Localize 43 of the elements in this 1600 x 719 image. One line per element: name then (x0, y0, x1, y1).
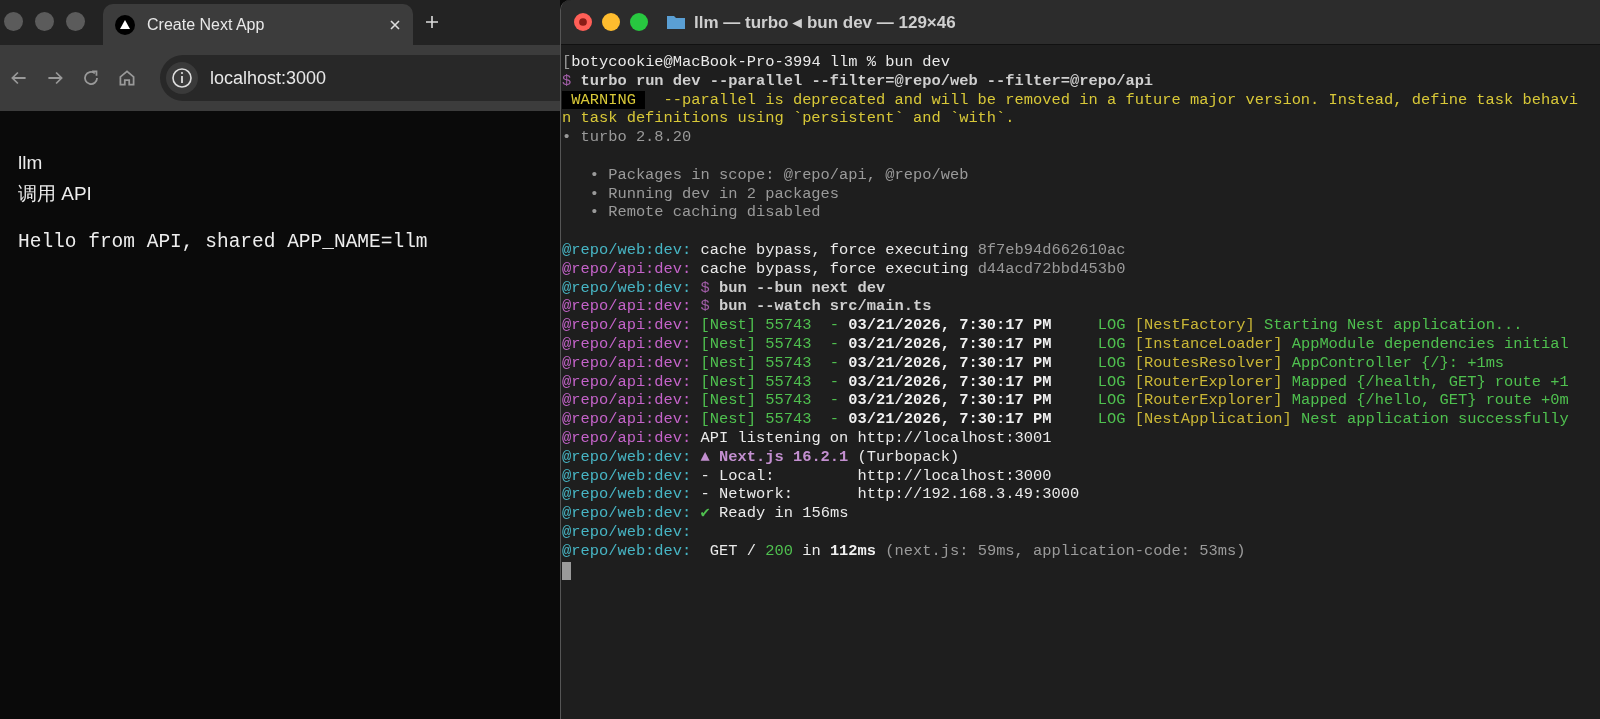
terminal-line: • turbo 2.8.20 (562, 128, 692, 147)
terminal-line: @repo/api:dev: [Nest] 55743 - 03/21/2026, 7:30:17 PM LOG [NestApplication] Nest application successfully (562, 410, 1569, 429)
new-tab-icon[interactable] (425, 15, 439, 29)
page-text: 调用 API (18, 182, 93, 206)
terminal-line: @repo/api:dev: cache bypass, force executing d44acd72bbd453b0 (562, 259, 1126, 279)
close-icon[interactable] (389, 18, 401, 31)
terminal-line: • Remote caching disabled (588, 203, 821, 223)
zoom-icon[interactable] (630, 13, 648, 31)
terminal-line: @repo/api:dev: API listening on http://localhost:3001 (562, 428, 1052, 448)
terminal-line: @repo/web:dev: (562, 522, 692, 542)
address-bar[interactable]: localhost:3000 (160, 55, 560, 101)
terminal-line: n task definitions using `persistent` and `with`. (562, 109, 1015, 129)
terminal-line: @repo/web:dev: GET / 200 in 112ms (next.js: 59ms, application-code: 53ms) (562, 541, 1246, 561)
api-message: Hello from API, shared APP_NAME=llm (18, 231, 429, 253)
page-text: llm (18, 151, 44, 175)
window-control-icon[interactable] (35, 12, 54, 31)
terminal-line: @repo/web:dev: ✔ Ready in 156ms (562, 504, 849, 523)
window-control-icon[interactable] (66, 12, 85, 31)
terminal-line: @repo/web:dev: $ bun --bun next dev (562, 278, 886, 298)
terminal-line: @repo/web:dev: - Network: http://192.168.3.49:3000 (562, 485, 1080, 505)
terminal-line: @repo/api:dev: [Nest] 55743 - 03/21/2026, 7:30:17 PM LOG [RoutesResolver] AppController {/}: +1ms (562, 353, 1505, 373)
terminal-line: @repo/web:dev: ▲ Next.js 16.2.1 (Turbopack) (562, 447, 960, 467)
close-icon[interactable] (574, 13, 592, 31)
terminal-line: @repo/api:dev: $ bun --watch src/main.ts (562, 297, 932, 317)
terminal-line: @repo/api:dev: [Nest] 55743 - 03/21/2026, 7:30:17 PM LOG [NestFactory] Starting Nest application... (562, 316, 1523, 335)
terminal-line: @repo/api:dev: [Nest] 55743 - 03/21/2026, 7:30:17 PM LOG [InstanceLoader] AppModule dependencies initial (562, 334, 1569, 354)
window-control-icon[interactable] (4, 12, 23, 31)
terminal-line: @repo/api:dev: [Nest] 55743 - 03/21/2026, 7:30:17 PM LOG [RouterExplorer] Mapped {/hello, GET} route +0m (562, 391, 1569, 411)
triangle-logo-icon (115, 14, 135, 35)
terminal-line: $ turbo run dev --parallel --filter=@repo/web --filter=@repo/api (562, 71, 1154, 91)
window-title: llm — turbo ◂ bun dev — 129×46 (694, 11, 956, 33)
terminal-line: • Running dev in 2 packages (588, 184, 840, 204)
terminal-line: WARNING --parallel is deprecated and will be removed in a future major version. Instead, define task behavi (562, 90, 1578, 110)
info-icon[interactable] (166, 62, 198, 94)
terminal-line: [botycookie@MacBook-Pro-3994 llm % bun dev (562, 53, 950, 72)
terminal-line: @repo/api:dev: [Nest] 55743 - 03/21/2026, 7:30:17 PM LOG [RouterExplorer] Mapped {/health, GET} route +1 (562, 372, 1569, 392)
text-cursor (562, 561, 571, 580)
terminal-line: • Packages in scope: @repo/api, @repo/web (588, 165, 969, 185)
folder-icon (666, 14, 686, 30)
terminal-line: @repo/web:dev: - Local: http://localhost:3000 (562, 466, 1052, 486)
terminal-line: @repo/web:dev: cache bypass, force executing 8f7eb94d662610ac (562, 240, 1126, 260)
minimize-icon[interactable] (602, 13, 620, 31)
browser-tab[interactable]: Create Next App (103, 4, 413, 45)
